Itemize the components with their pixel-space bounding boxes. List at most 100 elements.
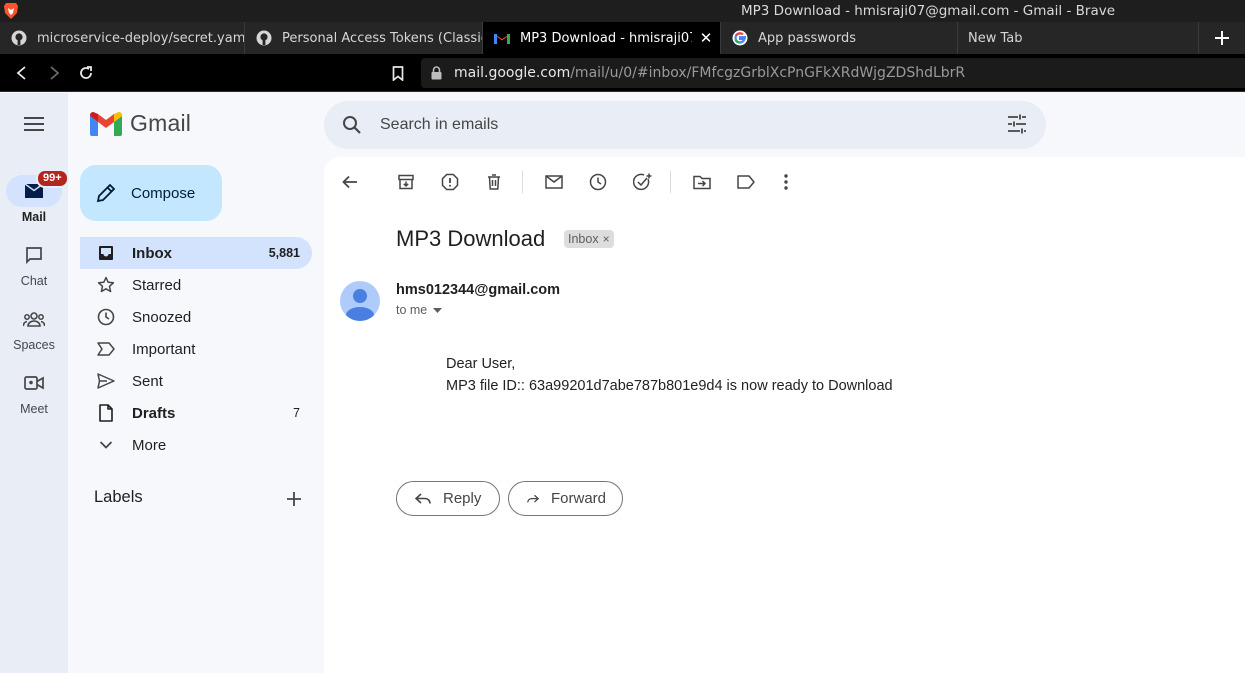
forward-button[interactable] [43, 62, 65, 84]
star-icon [96, 275, 116, 295]
compose-button[interactable]: Compose [80, 165, 222, 221]
sender-address: hms012344@gmail.com [396, 282, 561, 298]
video-camera-icon [24, 376, 44, 390]
archive-icon [398, 174, 414, 190]
window-titlebar: MP3 Download - hmisraji07@gmail.com - Gm… [0, 0, 1245, 22]
rail-chat-label: Chat [20, 274, 48, 288]
message-view: MP3 Download Inbox × hms012344@gmail.com… [324, 157, 1245, 673]
arrow-back-icon [342, 175, 357, 189]
move-to-button[interactable] [691, 171, 713, 193]
lock-icon [431, 66, 442, 80]
folder-chip: Inbox × [564, 230, 614, 248]
reply-button[interactable]: Reply [396, 481, 500, 516]
trash-icon [488, 174, 500, 190]
sidebar-item-sent[interactable]: Sent [80, 365, 312, 397]
archive-button[interactable] [395, 171, 417, 193]
drafts-count: 7 [293, 406, 300, 420]
spaces-icon [23, 312, 45, 327]
forward-label: Forward [550, 490, 606, 507]
mark-unread-button[interactable] [543, 171, 565, 193]
reply-label: Reply [443, 490, 482, 507]
report-spam-button[interactable] [439, 171, 461, 193]
sidebar-item-starred[interactable]: Starred [80, 269, 312, 301]
send-icon [96, 371, 116, 391]
google-icon [732, 30, 748, 46]
reload-button[interactable] [75, 62, 97, 84]
clock-icon [96, 307, 116, 327]
gmail-icon [494, 34, 510, 44]
chevron-down-icon [96, 435, 116, 455]
delete-button[interactable] [483, 171, 505, 193]
new-tab-button[interactable] [1199, 22, 1245, 54]
tab-personal-access-tokens[interactable]: Personal Access Tokens (Classic) [245, 22, 483, 54]
email-subject: MP3 Download [396, 226, 546, 251]
back-button[interactable] [11, 62, 33, 84]
app-rail: 99+ Mail Chat Spaces Meet [0, 93, 69, 673]
recipient-details[interactable]: to me [396, 303, 443, 317]
bookmark-button[interactable] [387, 62, 409, 84]
github-icon [11, 30, 27, 46]
recipient-label: to me [396, 303, 428, 317]
email-message: MP3 file ID:: 63a99201d7abe787b801e9d4 i… [446, 378, 893, 394]
pencil-icon [96, 183, 116, 203]
caret-down-icon [433, 307, 443, 313]
rail-spaces[interactable]: Spaces [0, 303, 68, 352]
search-input[interactable] [380, 113, 980, 137]
tab-secret-yaml[interactable]: microservice-deploy/secret.yaml [0, 22, 245, 54]
create-label-button[interactable] [283, 488, 305, 510]
tab-mp3-download[interactable]: MP3 Download - hmisraji07@gmail.com ✕ [483, 22, 721, 54]
window-title: MP3 Download - hmisraji07@gmail.com - Gm… [741, 3, 1116, 19]
browser-toolbar: mail.google.com/mail/u/0/#inbox/FMfcgzGr… [0, 54, 1245, 92]
clock-icon [589, 173, 607, 191]
rail-meet[interactable]: Meet [0, 367, 68, 416]
tab-new-tab[interactable]: New Tab [958, 22, 1199, 54]
rail-chat[interactable]: Chat [0, 239, 68, 288]
tab-strip: microservice-deploy/secret.yaml Personal… [0, 22, 1245, 54]
more-options-button[interactable] [775, 171, 797, 193]
github-icon [256, 30, 272, 46]
gmail-logo[interactable]: Gmail [90, 110, 191, 137]
add-to-tasks-button[interactable] [631, 171, 653, 193]
sidebar-item-inbox[interactable]: Inbox 5,881 [80, 237, 312, 269]
plus-icon [287, 492, 301, 506]
labels-heading: Labels [94, 488, 143, 506]
move-to-folder-icon [693, 175, 711, 189]
mail-icon [545, 175, 563, 189]
snooze-button[interactable] [587, 171, 609, 193]
tab-app-passwords[interactable]: App passwords [721, 22, 958, 54]
draft-icon [96, 403, 116, 423]
label-button[interactable] [735, 171, 757, 193]
url-text: mail.google.com/mail/u/0/#inbox/FMfcgzGr… [454, 65, 966, 81]
forward-arrow-icon [50, 66, 60, 80]
inbox-count: 5,881 [268, 246, 300, 260]
search-icon[interactable] [340, 113, 364, 137]
email-greeting: Dear User, [446, 356, 516, 372]
close-tab-icon[interactable]: ✕ [698, 30, 714, 46]
folder-chip-label: Inbox [568, 232, 599, 246]
folder-list: Inbox 5,881 Starred Snoozed Important Se… [80, 237, 312, 461]
search-bar [324, 101, 1046, 149]
rail-mail[interactable]: 99+ Mail [0, 169, 69, 224]
forward-button[interactable]: Forward [508, 481, 623, 516]
main-menu-button[interactable] [18, 108, 50, 140]
address-bar[interactable]: mail.google.com/mail/u/0/#inbox/FMfcgzGr… [421, 58, 1245, 88]
remove-label-icon[interactable]: × [603, 232, 610, 246]
sidebar-item-more[interactable]: More [80, 429, 312, 461]
toolbar-divider [522, 171, 523, 193]
email-body: Dear User, MP3 file ID:: 63a99201d7abe78… [446, 353, 893, 397]
toolbar-divider [670, 171, 671, 193]
sidebar-item-drafts[interactable]: Drafts 7 [80, 397, 312, 429]
back-to-inbox-button[interactable] [339, 171, 361, 193]
rail-spaces-label: Spaces [13, 338, 55, 352]
rail-mail-label: Mail [21, 210, 47, 224]
search-options-icon[interactable] [1006, 113, 1028, 135]
forward-icon [527, 494, 539, 502]
label-icon [737, 175, 755, 189]
reply-icon [415, 492, 431, 504]
more-vert-icon [784, 174, 788, 190]
bookmark-icon [392, 65, 404, 81]
sidebar-item-snoozed[interactable]: Snoozed [80, 301, 312, 333]
report-spam-icon [441, 173, 459, 191]
reload-icon [80, 66, 92, 79]
sidebar-item-important[interactable]: Important [80, 333, 312, 365]
